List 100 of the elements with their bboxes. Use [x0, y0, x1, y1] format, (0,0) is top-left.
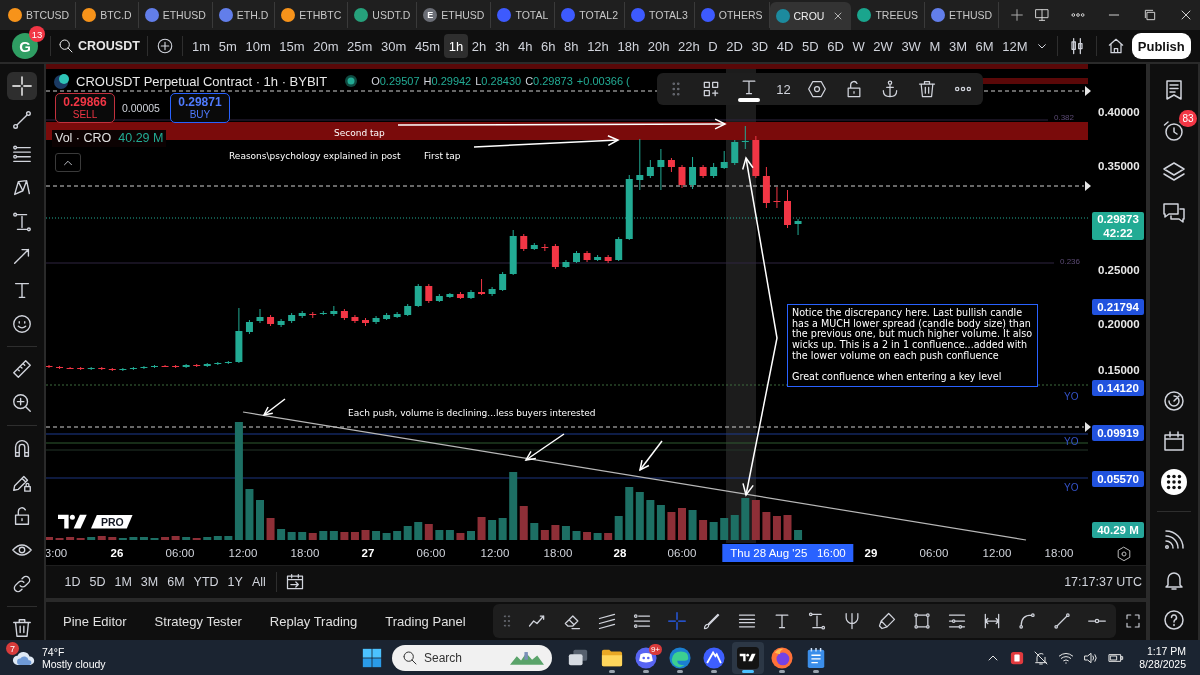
interval-option[interactable]: 2h	[467, 34, 491, 58]
interval-option[interactable]: 18h	[613, 34, 644, 58]
interval-option[interactable]: 6h	[536, 34, 560, 58]
range-option[interactable]: 1M	[109, 571, 137, 593]
interval-option[interactable]: 12h	[582, 34, 614, 58]
start-icon[interactable]	[362, 647, 382, 668]
interval-option[interactable]: 3D	[747, 34, 773, 58]
bearish-candle	[604, 254, 612, 264]
browser-tab[interactable]: ETH.D	[212, 2, 276, 28]
sell-button[interactable]: 0.29866 SELL	[55, 93, 115, 123]
interval-option[interactable]: 12M	[997, 34, 1032, 58]
browser-tab[interactable]: TOTAL3	[625, 2, 695, 28]
crosshair-icon	[11, 75, 33, 97]
interval-option[interactable]: 20h	[643, 34, 674, 58]
range-measure-icon	[982, 611, 1002, 631]
browser-tab[interactable]: ETHUSD	[138, 2, 213, 28]
search-box[interactable]: Search	[392, 644, 552, 671]
broadcast-icon[interactable]	[1162, 528, 1186, 552]
chat-button[interactable]	[1160, 200, 1188, 226]
utc-clock[interactable]: 17:17:37 UTC	[1064, 575, 1142, 589]
panel-tab[interactable]: Trading Panel	[378, 608, 473, 634]
buy-button[interactable]: 0.29871 BUY	[169, 93, 230, 123]
browser-tab[interactable]: USDT.D	[348, 2, 418, 28]
time-label: 06:00	[165, 547, 195, 559]
interval-option[interactable]: 4D	[772, 34, 798, 58]
interval-option[interactable]: 6M	[971, 34, 998, 58]
settings-icon[interactable]	[1116, 546, 1132, 562]
browser-tab[interactable]: TOTAL2	[555, 2, 626, 28]
help-icon[interactable]	[1162, 608, 1186, 632]
symbol-search[interactable]: CROUSDT	[56, 38, 142, 54]
level-tag: YO	[1064, 436, 1079, 447]
browser-tab[interactable]: BTC.D	[76, 2, 139, 28]
interval-option[interactable]: 6D	[822, 34, 849, 58]
range-option[interactable]: 6M	[162, 571, 190, 593]
search-icon	[58, 38, 74, 54]
restore-icon[interactable]	[1142, 7, 1158, 23]
bell-slash-icon[interactable]	[1033, 649, 1050, 666]
browser-tab[interactable]: ETHBTC	[275, 2, 349, 28]
notification-badge: 9+	[648, 643, 662, 655]
search-input[interactable]: Search	[424, 650, 504, 665]
settings-icon[interactable]	[807, 79, 828, 99]
font-size-button[interactable]: 12	[776, 81, 791, 97]
browser-tab[interactable]: ETHUSD	[925, 2, 1000, 28]
time-label: 3:00	[46, 547, 68, 559]
calendar-arrow-icon[interactable]	[285, 572, 306, 592]
weather-widget[interactable]: 7 74°F Mostly cloudy	[0, 645, 356, 670]
trash-icon[interactable]	[916, 79, 937, 99]
expand-icon[interactable]	[1124, 612, 1142, 630]
calendar-icon[interactable]	[1162, 429, 1186, 453]
interval-option[interactable]: 4h	[513, 34, 537, 58]
dot-grid-icon[interactable]	[1161, 469, 1187, 495]
publish-button[interactable]: Publish	[1131, 33, 1191, 59]
interval-option[interactable]: 3h	[490, 34, 514, 58]
range-option[interactable]: 5D	[85, 571, 110, 593]
range-option[interactable]: YTD	[189, 571, 224, 593]
panel-tab[interactable]: Replay Trading	[262, 608, 365, 634]
interval-option[interactable]: 25m	[342, 34, 377, 58]
interval-option[interactable]: 45m	[410, 34, 445, 58]
interval-option[interactable]: 3M	[944, 34, 972, 58]
chart-logo-app-button[interactable]	[732, 641, 764, 674]
interval-option[interactable]: 8h	[559, 34, 583, 58]
panel-tab[interactable]: Pine Editor	[56, 608, 134, 634]
browser-tab[interactable]: TOTAL	[491, 2, 556, 28]
interval-option[interactable]: M	[925, 34, 945, 58]
interval-option[interactable]: 10m	[241, 34, 275, 58]
interval-option[interactable]: 1m	[187, 34, 215, 58]
interval-option[interactable]: 2W	[869, 34, 898, 58]
time-label: 18:00	[543, 547, 573, 559]
date-label: 29	[864, 547, 878, 559]
range-option[interactable]: 1Y	[223, 571, 248, 593]
browser-tab[interactable]: BTCUSD	[2, 2, 77, 28]
new-tab-icon[interactable]	[1009, 7, 1026, 23]
add-symbol-icon[interactable]	[155, 37, 174, 55]
tray-app-icon[interactable]	[1010, 650, 1025, 665]
bullish-candle	[393, 311, 401, 319]
interval-option[interactable]: 1h	[444, 34, 468, 58]
range-option[interactable]: 1D	[60, 571, 85, 593]
interval-option[interactable]: 2D	[722, 34, 748, 58]
interval-option[interactable]: 30m	[376, 34, 411, 58]
interval-option[interactable]: 20m	[308, 34, 343, 58]
taskbar-clock[interactable]: 1:17 PM 8/28/2025	[1139, 644, 1186, 671]
panel-tab[interactable]: Strategy Tester	[147, 608, 249, 634]
crosshair-tool[interactable]	[7, 72, 37, 100]
interval-option[interactable]: 5D	[797, 34, 823, 58]
interval-option[interactable]: W	[848, 34, 869, 58]
interval-option[interactable]: 5m	[214, 34, 242, 58]
interval-option[interactable]: 15m	[275, 34, 309, 58]
interval-option[interactable]: D	[704, 34, 722, 58]
browser-tab[interactable]: E ETHUSD	[417, 2, 492, 28]
split-screen-icon[interactable]	[1034, 7, 1050, 23]
interval-option[interactable]: 3W	[897, 34, 926, 58]
range-option[interactable]: All	[247, 571, 271, 593]
browser-tab[interactable]: OTHERS	[694, 2, 770, 28]
browser-tab[interactable]: CROU	[769, 2, 852, 30]
chat-app-button[interactable]: 9+	[630, 641, 662, 674]
range-option[interactable]: 3M	[136, 571, 163, 593]
search-icon	[402, 649, 418, 666]
interval-option[interactable]: 22h	[673, 34, 705, 58]
browser-tab[interactable]: TREEUS	[851, 2, 926, 28]
gauge-icon[interactable]	[1162, 389, 1186, 413]
